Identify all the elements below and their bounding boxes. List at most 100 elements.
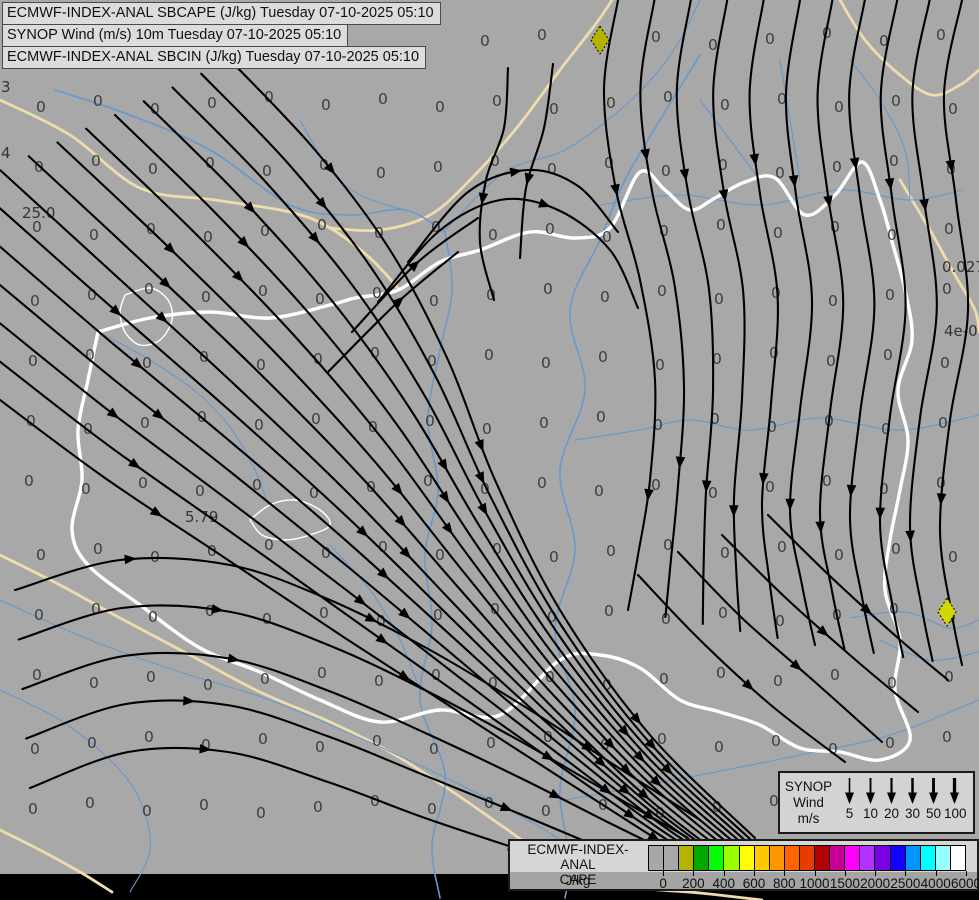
synop-legend-title-line1: SYNOP xyxy=(784,779,833,794)
contour-label: 4e-05 xyxy=(944,322,979,340)
cape-colorbar-cell xyxy=(829,845,846,871)
cin-zero-label: 0 xyxy=(773,224,783,242)
cin-zero-label: 0 xyxy=(207,94,217,112)
cin-zero-label: 0 xyxy=(36,546,46,564)
cin-zero-label: 0 xyxy=(201,288,211,306)
cin-zero-label: 0 xyxy=(661,162,671,180)
cin-zero-label: 0 xyxy=(140,414,150,432)
cin-zero-label: 0 xyxy=(34,606,44,624)
cin-zero-label: 0 xyxy=(425,412,435,430)
synop-speed-column: 100 xyxy=(944,776,967,832)
cape-colorbar-cell xyxy=(738,845,755,871)
cape-colorbar-cell xyxy=(949,845,966,871)
map-background xyxy=(0,0,979,900)
cin-zero-label: 0 xyxy=(832,158,842,176)
cin-zero-label: 0 xyxy=(484,346,494,364)
cin-zero-label: 0 xyxy=(708,36,718,54)
cin-zero-label: 0 xyxy=(89,674,99,692)
wind-speed-label: 10 xyxy=(862,806,879,821)
cape-color-legend: ECMWF-INDEX-ANAL CAPE J/kg 0 200 400 600 800… xyxy=(508,839,979,891)
cin-zero-label: 0 xyxy=(769,344,779,362)
cin-zero-label: 0 xyxy=(889,152,899,170)
cin-zero-label: 0 xyxy=(537,26,547,44)
cin-zero-label: 0 xyxy=(891,540,901,558)
synop-speed-column: 50 xyxy=(923,776,944,832)
cin-zero-label: 0 xyxy=(89,226,99,244)
cin-zero-label: 0 xyxy=(138,474,148,492)
cin-zero-label: 0 xyxy=(321,96,331,114)
cin-zero-label: 0 xyxy=(765,30,775,48)
cape-colorbar-cell xyxy=(904,845,921,871)
cin-zero-label: 0 xyxy=(885,734,895,752)
cin-zero-label: 0 xyxy=(604,602,614,620)
cin-zero-label: 0 xyxy=(708,484,718,502)
cape-colorbar-cell xyxy=(919,845,936,871)
synop-wind-legend: SYNOP Wind m/s 5 10 20 30 50 100 xyxy=(778,771,975,834)
cin-zero-label: 0 xyxy=(714,290,724,308)
contour-label: 0.027 xyxy=(942,258,979,276)
synop-legend-title-line3: m/s xyxy=(797,811,820,826)
cin-zero-label: 0 xyxy=(549,548,559,566)
cin-zero-label: 0 xyxy=(313,798,323,816)
wind-speed-label: 20 xyxy=(883,806,900,821)
cin-zero-label: 0 xyxy=(374,672,384,690)
cin-zero-label: 0 xyxy=(598,348,608,366)
cin-zero-label: 0 xyxy=(427,800,437,818)
cin-zero-label: 0 xyxy=(600,288,610,306)
cin-zero-label: 0 xyxy=(199,796,209,814)
cin-zero-label: 0 xyxy=(655,356,665,374)
cin-zero-label: 0 xyxy=(317,664,327,682)
cin-zero-label: 0 xyxy=(716,664,726,682)
cin-zero-label: 0 xyxy=(771,732,781,750)
cape-colorbar xyxy=(648,845,966,871)
cin-zero-label: 0 xyxy=(372,732,382,750)
wind-arrow-down-icon xyxy=(929,778,938,804)
cape-colorbar-cell xyxy=(693,845,710,871)
cin-zero-label: 0 xyxy=(262,610,272,628)
cin-zero-label: 0 xyxy=(720,96,730,114)
cin-zero-label: 0 xyxy=(948,548,958,566)
cin-zero-label: 0 xyxy=(657,282,667,300)
cin-zero-label: 0 xyxy=(378,90,388,108)
cin-zero-label: 0 xyxy=(606,94,616,112)
cin-zero-label: 0 xyxy=(91,152,101,170)
title-bar-synop-wind: SYNOP Wind (m/s) 10m Tuesday 07-10-2025 … xyxy=(2,24,349,47)
cin-zero-label: 0 xyxy=(28,352,38,370)
cin-zero-label: 0 xyxy=(146,668,156,686)
cape-tick-label: 6000 xyxy=(950,876,979,891)
cin-zero-label: 0 xyxy=(942,728,952,746)
cin-zero-label: 0 xyxy=(765,478,775,496)
wind-arrow-down-icon xyxy=(845,778,854,804)
map-canvas: 0 0 0 0 0 0 0 0 0 0 0 0 0 0 0 0 0 0 0 0 0 0 0 0 0 0 0 0 0 0 0 0 0 0 0 0 0 0 0 0… xyxy=(0,0,979,900)
cin-zero-label: 0 xyxy=(940,354,950,372)
cin-zero-label: 0 xyxy=(541,802,551,820)
cin-zero-label: 0 xyxy=(936,26,946,44)
synop-legend-title: SYNOP Wind m/s xyxy=(780,773,837,832)
cin-zero-label: 0 xyxy=(203,676,213,694)
cin-zero-label: 0 xyxy=(659,670,669,688)
cin-zero-label: 0 xyxy=(85,794,95,812)
cin-zero-label: 0 xyxy=(319,604,329,622)
cin-zero-label: 0 xyxy=(24,472,34,490)
cin-zero-label: 0 xyxy=(492,92,502,110)
cin-zero-label: 0 xyxy=(256,804,266,822)
cin-zero-label: 0 xyxy=(36,98,46,116)
cin-zero-label: 0 xyxy=(144,728,154,746)
cin-zero-label: 0 xyxy=(651,28,661,46)
cin-zero-label: 0 xyxy=(28,800,38,818)
cin-zero-label: 0 xyxy=(891,92,901,110)
cin-zero-label: 0 xyxy=(834,98,844,116)
synop-speed-column: 30 xyxy=(902,776,923,832)
cape-colorbar-cell xyxy=(798,845,816,871)
contour-label: 3 xyxy=(1,78,11,96)
wind-arrow-down-icon xyxy=(887,778,896,804)
cin-zero-label: 0 xyxy=(944,220,954,238)
synop-speed-column: 20 xyxy=(881,776,902,832)
wind-speed-label: 5 xyxy=(845,806,854,821)
cin-zero-label: 0 xyxy=(87,734,97,752)
cape-colorbar-cell xyxy=(889,845,906,871)
wind-arrow-down-icon xyxy=(908,778,917,804)
cin-zero-label: 0 xyxy=(142,802,152,820)
cin-zero-label: 0 xyxy=(938,414,948,432)
cin-zero-label: 0 xyxy=(429,292,439,310)
